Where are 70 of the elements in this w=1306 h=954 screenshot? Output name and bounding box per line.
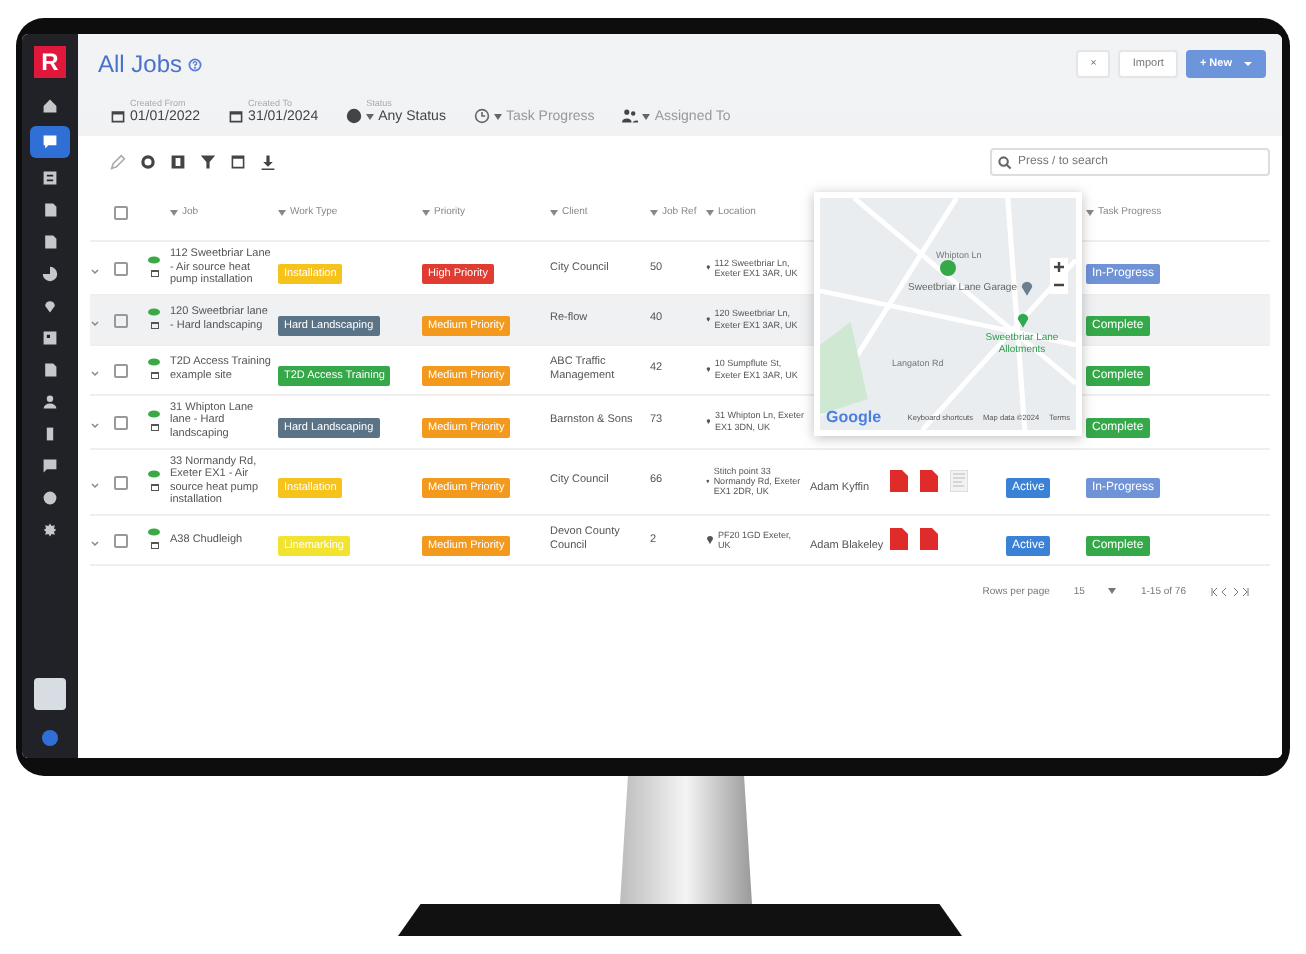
sort-caret-icon[interactable] (650, 209, 658, 215)
row-checkbox[interactable] (114, 363, 128, 378)
calendar-icon (110, 108, 126, 124)
location-pin-icon (706, 314, 711, 325)
select-all-checkbox[interactable] (114, 206, 128, 220)
columns-icon[interactable] (170, 154, 186, 170)
chevron-icon[interactable] (90, 265, 100, 276)
job-marker-icon[interactable] (940, 260, 956, 276)
chevron-icon[interactable] (90, 479, 100, 490)
pdf-file-icon[interactable] (920, 528, 938, 551)
caret-icon[interactable] (1108, 588, 1117, 595)
calendar-icon[interactable] (149, 320, 159, 331)
zoom-controls-icon[interactable] (1050, 258, 1068, 294)
sidebar-chat-icon[interactable] (30, 126, 70, 158)
park-pin-icon[interactable] (1015, 310, 1029, 328)
status-icon (346, 108, 363, 124)
pagination-arrows-icon[interactable] (1210, 585, 1250, 598)
document-thumbnail-icon[interactable] (950, 470, 968, 493)
page-title: All Jobs (98, 50, 183, 78)
sort-caret-icon[interactable] (170, 209, 178, 215)
calendar-icon[interactable] (149, 482, 159, 493)
location-pin-icon (706, 416, 711, 427)
chevron-icon[interactable] (90, 317, 100, 328)
table-icon[interactable] (230, 154, 246, 170)
calendar-icon[interactable] (149, 540, 159, 551)
clock-icon (473, 108, 490, 124)
eye-icon[interactable] (148, 358, 160, 367)
eye-icon[interactable] (148, 470, 160, 479)
status-dot-icon (42, 730, 58, 746)
calendar-icon[interactable] (149, 268, 159, 279)
help-icon[interactable] (188, 57, 203, 71)
row-checkbox[interactable] (114, 475, 128, 490)
download-icon[interactable] (260, 154, 276, 170)
row-checkbox[interactable] (114, 313, 128, 328)
search-icon (998, 155, 1012, 169)
sort-caret-icon[interactable] (1086, 209, 1094, 215)
map-attribution: Google (826, 408, 882, 426)
eye-icon[interactable] (148, 410, 160, 419)
location-pin-icon (706, 534, 714, 545)
settings-icon[interactable] (140, 154, 156, 170)
pdf-file-icon[interactable] (890, 470, 908, 493)
filter-icon[interactable] (200, 154, 216, 170)
sort-caret-icon[interactable] (550, 209, 558, 215)
caret-icon (493, 113, 502, 119)
chevron-icon[interactable] (90, 367, 100, 378)
caret-icon (366, 113, 375, 119)
eye-icon[interactable] (148, 528, 160, 537)
chevron-icon[interactable] (90, 419, 100, 430)
calendar-icon (228, 108, 245, 124)
eye-icon[interactable] (148, 308, 160, 317)
location-pin-icon (706, 364, 711, 375)
calendar-icon[interactable] (149, 422, 159, 433)
pdf-file-icon[interactable] (920, 470, 938, 493)
eye-icon[interactable] (148, 256, 160, 265)
sort-caret-icon[interactable] (422, 209, 430, 215)
row-checkbox[interactable] (114, 261, 128, 276)
map-pin-icon[interactable] (1020, 278, 1035, 296)
location-pin-icon (706, 262, 711, 273)
app-logo: R (34, 46, 66, 78)
row-checkbox[interactable] (114, 415, 128, 430)
monitor-stand (620, 776, 752, 904)
row-checkbox[interactable] (114, 533, 128, 548)
edit-icon[interactable] (110, 154, 126, 170)
calendar-icon[interactable] (149, 370, 159, 381)
sort-caret-icon[interactable] (278, 209, 286, 215)
sort-caret-icon[interactable] (706, 209, 714, 215)
chevron-icon[interactable] (90, 537, 100, 548)
caret-icon (642, 113, 651, 119)
pdf-file-icon[interactable] (890, 528, 908, 551)
people-icon (622, 108, 639, 124)
